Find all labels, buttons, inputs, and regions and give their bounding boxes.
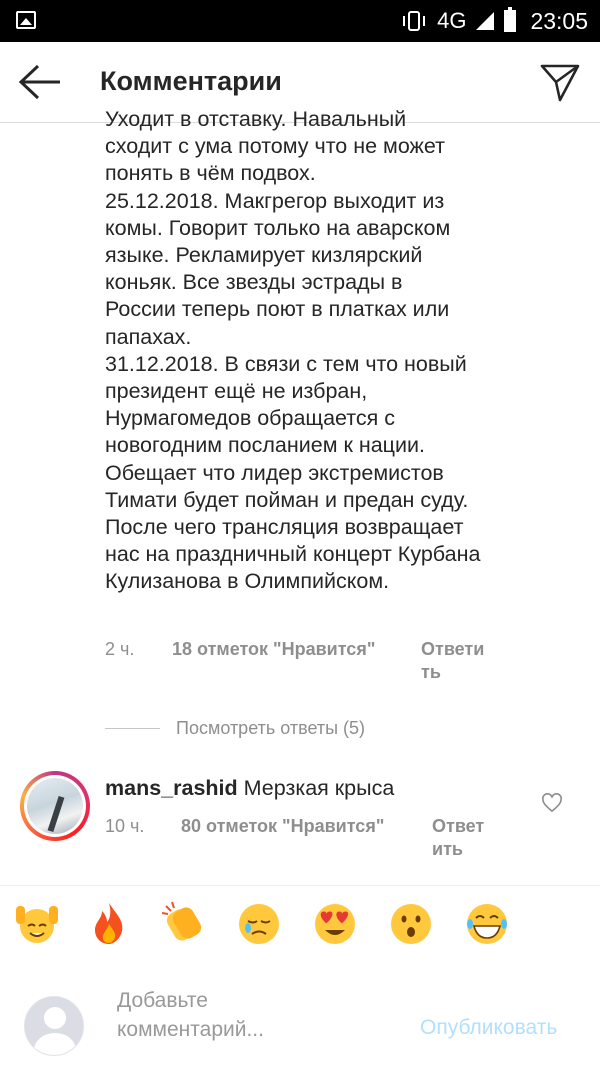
comment-text-line: коньяк. Все звезды эстрады в	[105, 270, 403, 295]
surprised-face-emoji-icon[interactable]	[388, 900, 434, 946]
avatar-photo	[27, 778, 83, 834]
direct-send-icon[interactable]	[540, 62, 580, 102]
comment-composer: Добавьте комментарий... Опубликовать	[0, 962, 600, 1065]
comment-text-line: Уходит в отставку. Навальный	[105, 107, 407, 131]
signal-icon	[476, 12, 495, 30]
comment-text-line: понять в чём подвох.	[105, 161, 316, 186]
comment-body: Мерзкая крыса	[243, 776, 395, 800]
avatar-head-shape	[44, 1007, 66, 1029]
comment-text-line: сходит с ума потому что не может	[105, 134, 446, 159]
comment-likes[interactable]: 18 отметок "Нравится"	[172, 639, 375, 660]
clock: 23:05	[530, 7, 588, 34]
grinning-face-emoji-icon[interactable]	[464, 900, 510, 946]
reply-button[interactable]: Ответи ть	[421, 638, 501, 684]
comment-time: 10 ч.	[105, 816, 145, 836]
reply-label-part2: ить	[432, 839, 463, 859]
heart-eyes-emoji-icon[interactable]	[312, 900, 358, 946]
comment-text-line: 31.12.2018. В связи с тем что новый	[105, 351, 467, 376]
like-heart-icon[interactable]	[541, 793, 563, 813]
view-replies-button[interactable]: Посмотреть ответы (5)	[105, 718, 365, 739]
comment-likes[interactable]: 80 отметок "Нравится"	[181, 816, 384, 837]
divider-line	[105, 728, 160, 729]
reply-button[interactable]: Ответ ить	[432, 815, 512, 861]
gallery-notification-icon	[16, 11, 36, 29]
reply-label-part2: ть	[421, 662, 441, 682]
comment-text-line: России теперь поют в платках или	[105, 297, 450, 322]
reply-label-part1: Ответи	[421, 639, 485, 659]
comment-text-line: Нурмагомедов обращается с	[105, 406, 396, 431]
comment-text-line: президент ещё не избран,	[105, 379, 368, 404]
vibrate-icon	[403, 11, 426, 31]
reply-comment: mans_rashid Мерзкая крыса	[105, 776, 394, 801]
raising-hands-emoji-icon[interactable]	[14, 900, 60, 946]
comment-username[interactable]: mans_rashid	[105, 776, 238, 800]
emoji-quick-bar	[0, 885, 600, 963]
avatar-body-shape	[34, 1033, 76, 1055]
reply-label-part1: Ответ	[432, 816, 485, 836]
comment-input-placeholder-line1: Добавьте	[117, 989, 208, 1012]
comment-text-line: Обещает что лидер экстремистов	[105, 460, 444, 485]
comment-text-line: нас на праздничный концерт Курбана	[105, 542, 481, 567]
status-bar: 4G 23:05	[0, 0, 600, 42]
page-title: Комментарии	[100, 66, 282, 96]
clapping-hands-emoji-icon[interactable]	[160, 900, 206, 946]
comment-text-line: Тимати будет пойман и предан суду.	[105, 487, 469, 512]
fire-emoji-icon[interactable]	[86, 900, 132, 946]
back-arrow-icon[interactable]	[18, 64, 62, 100]
comment-text-line: После чего трансляция возвращает	[105, 515, 464, 540]
comment-text-line: языке. Рекламирует кизлярский	[105, 243, 423, 268]
avatar-frame	[24, 775, 86, 837]
comment-input[interactable]: Добавьте комментарий...	[117, 986, 317, 1044]
comment-text-line: новогодним посланием к нации.	[105, 433, 425, 458]
avatar[interactable]	[20, 771, 90, 841]
comment-time: 2 ч.	[105, 639, 135, 659]
comment-text-line: папахах.	[105, 324, 192, 349]
network-type: 4G	[437, 8, 467, 33]
comment-input-placeholder-line2: комментарий...	[117, 1018, 264, 1041]
battery-icon	[504, 7, 517, 32]
view-replies-label: Посмотреть ответы (5)	[176, 718, 366, 738]
comment-text-line: комы. Говорит только на аварском	[105, 215, 451, 240]
publish-button[interactable]: Опубликовать	[420, 1016, 557, 1040]
comment-text-line: Кулизанова в Олимпийском.	[105, 569, 390, 594]
my-avatar	[24, 996, 84, 1056]
comment-text: Уходит в отставку. Навальный сходит с ума…	[105, 106, 545, 596]
crying-face-emoji-icon[interactable]	[236, 900, 282, 946]
comment-text-line: 25.12.2018. Макгрегор выходит из	[105, 188, 445, 213]
